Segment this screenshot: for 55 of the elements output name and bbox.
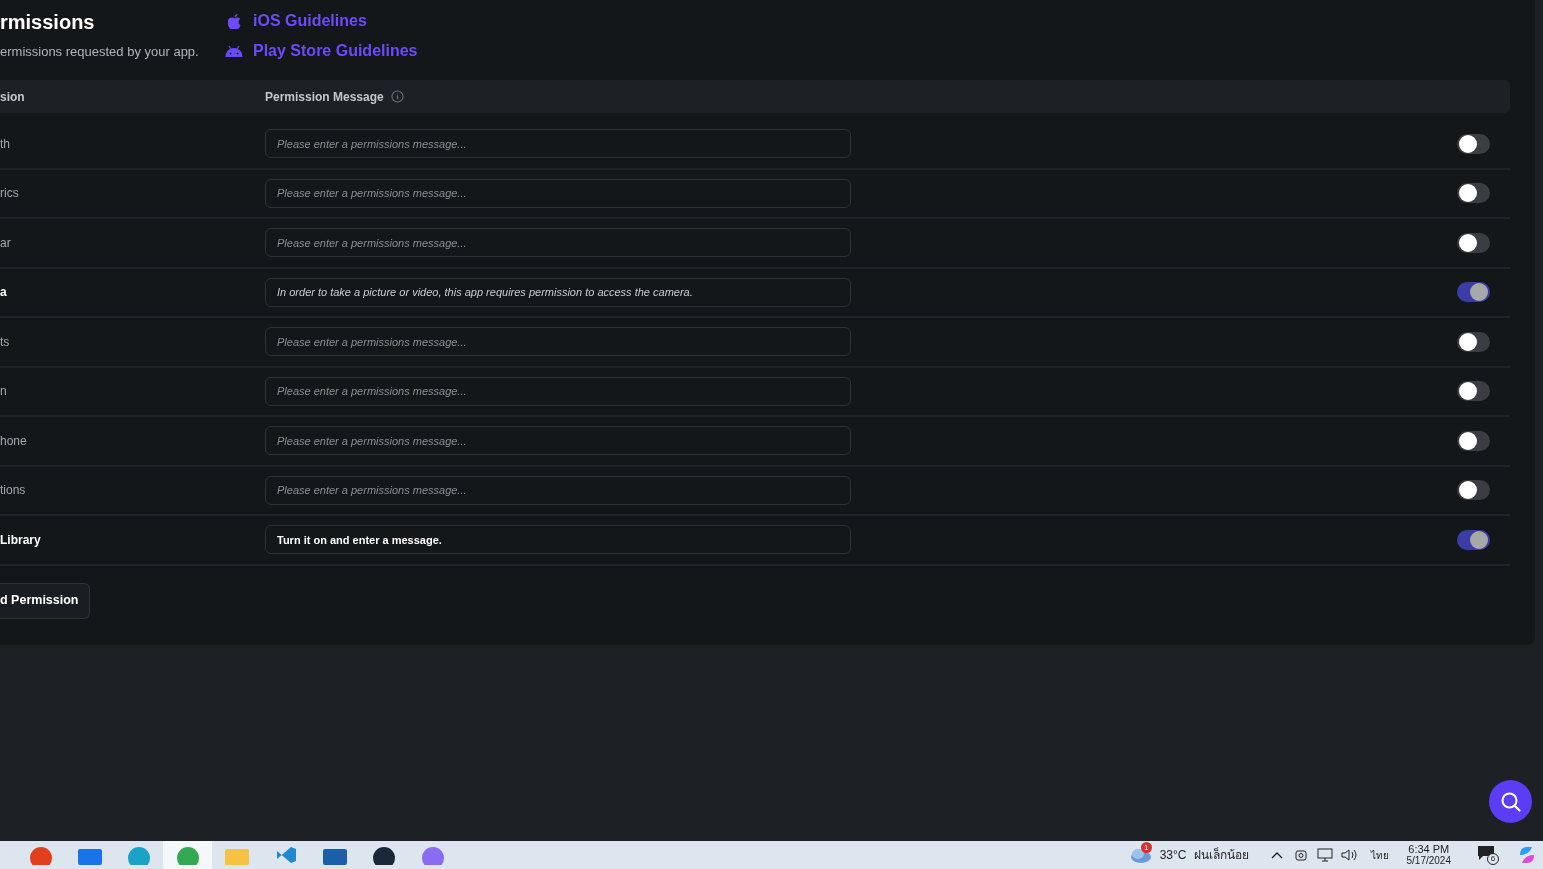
permission-name: rics: [0, 185, 20, 203]
toggle-switch[interactable]: [1457, 480, 1490, 501]
message-field[interactable]: Please enter a permissions message...: [265, 426, 851, 456]
toggle-switch[interactable]: [1457, 381, 1490, 402]
message-field[interactable]: Turn it on and enter a message.: [265, 525, 851, 555]
permission-name: th: [0, 135, 11, 153]
permission-name: ar: [0, 234, 12, 252]
clock-time: 6:34 PM: [1408, 843, 1450, 855]
toggle-switch[interactable]: [1457, 529, 1490, 550]
permission-name: ts: [0, 333, 11, 351]
app-icon: [174, 845, 201, 865]
message-icon: [1477, 845, 1495, 861]
app-icon: [125, 845, 152, 865]
message-field[interactable]: Please enter a permissions message...: [265, 327, 851, 357]
message-field[interactable]: Please enter a permissions message...: [265, 178, 851, 208]
apple-icon: [227, 13, 241, 29]
notification-badge: 1: [1140, 842, 1152, 853]
message-field[interactable]: Please enter a permissions message...: [265, 228, 851, 258]
add-permission-button[interactable]: d Permission: [0, 582, 90, 619]
camera-icon[interactable]: [1294, 848, 1307, 862]
column-header: sion: [0, 88, 26, 106]
permission-name: tions: [0, 482, 27, 500]
permission-name: Library: [0, 531, 42, 549]
column-header: Permission Message: [265, 88, 384, 106]
toggle-switch[interactable]: [1457, 430, 1490, 451]
clock-date: 5/17/2024: [1406, 855, 1451, 867]
clock[interactable]: 6:34 PM 5/17/2024: [1406, 843, 1451, 867]
app-icon: [27, 845, 54, 865]
weather-condition: ฝนเล็กน้อย: [1193, 846, 1249, 864]
toggle-switch[interactable]: [1457, 282, 1490, 303]
page-subtitle: ermissions requested by your app.: [0, 43, 200, 61]
search-fab[interactable]: [1489, 780, 1532, 823]
cloud-rain-icon: [1128, 846, 1153, 864]
notification-center-button[interactable]: 6: [1477, 845, 1501, 865]
toggle-switch[interactable]: [1457, 133, 1490, 154]
notification-count: 6: [1487, 853, 1499, 865]
permission-name: hone: [0, 432, 28, 450]
toggle-switch[interactable]: [1457, 232, 1490, 253]
permission-name: n: [0, 383, 8, 401]
language-indicator[interactable]: ไทย: [1370, 847, 1389, 863]
chevron-up-icon[interactable]: [1270, 851, 1283, 859]
permission-name: a: [0, 284, 8, 302]
message-field[interactable]: Please enter a permissions message...: [265, 475, 851, 505]
toggle-switch[interactable]: [1457, 331, 1490, 352]
app-icon: [419, 845, 446, 865]
weather-widget[interactable]: 1 33°C ฝนเล็กน้อย: [1128, 841, 1249, 869]
temperature-text: 33°C: [1159, 847, 1187, 864]
message-field[interactable]: Please enter a permissions message...: [265, 376, 851, 406]
speaker-icon[interactable]: [1340, 848, 1359, 862]
message-field[interactable]: Please enter a permissions message...: [265, 129, 851, 159]
android-icon: [225, 45, 243, 57]
app-icon: [370, 845, 397, 865]
message-field[interactable]: In order to take a picture or video, this app requires permission to access the camera.: [265, 277, 851, 307]
page-title: rmissions: [0, 10, 96, 34]
toggle-switch[interactable]: [1457, 183, 1490, 204]
